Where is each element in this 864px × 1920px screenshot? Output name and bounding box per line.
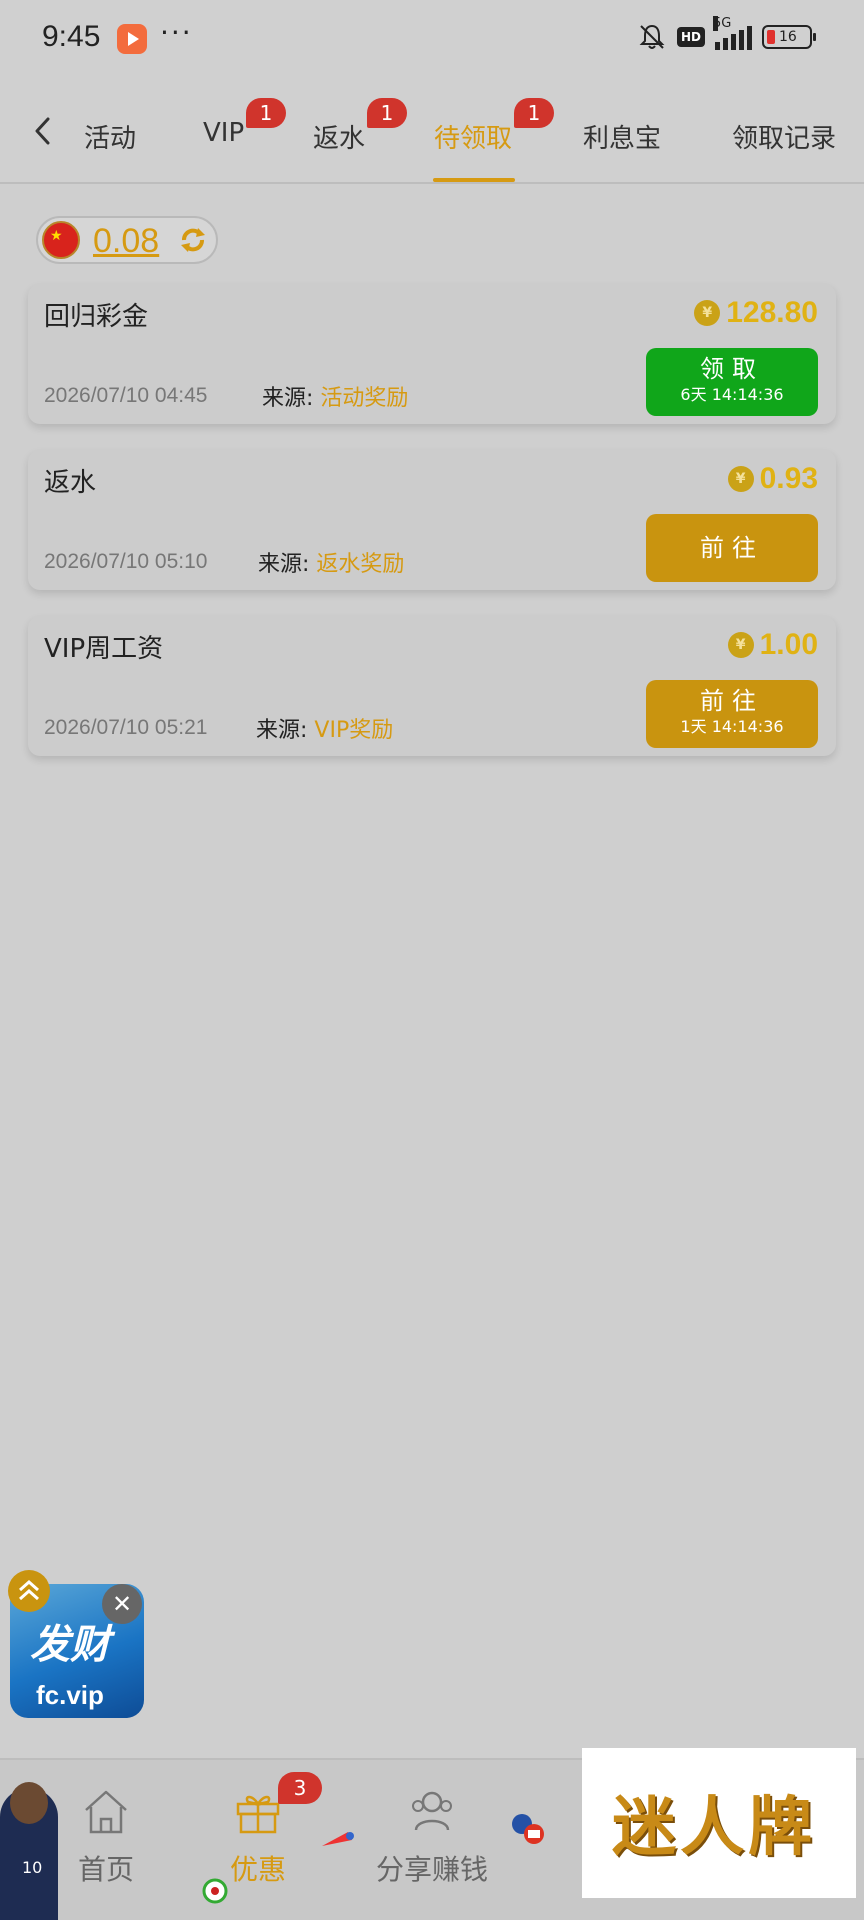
reward-amount: ¥ 0.93 — [727, 462, 818, 496]
goto-button[interactable]: 前往 — [646, 514, 818, 582]
reward-title: 返水 — [44, 468, 97, 498]
floating-ad[interactable]: 发财 fc.vip ✕ — [8, 1570, 144, 1718]
signal-icon: 5G — [713, 16, 752, 50]
source-value: VIP奖励 — [314, 718, 394, 743]
tab-pending[interactable]: 待领取 — [434, 118, 512, 155]
player-mascot-image: 10 — [0, 1782, 58, 1920]
goto-button[interactable]: 前往 1天 14:14:36 — [646, 680, 818, 748]
refresh-icon[interactable] — [176, 223, 210, 257]
reward-amount: ¥ 1.00 — [727, 628, 818, 662]
reward-amount-value: 0.93 — [759, 462, 818, 495]
reward-amount: ¥ 128.80 — [694, 296, 818, 330]
goto-button-timer: 1天 14:14:36 — [680, 717, 784, 736]
source-label: 来源: — [262, 386, 314, 411]
scroll-up-icon[interactable] — [8, 1570, 50, 1612]
player-number: 10 — [22, 1858, 43, 1877]
ad-logo: 发财 — [30, 1622, 110, 1668]
reward-card: 回归彩金 ¥ 128.80 2026/07/10 04:45 来源: 活动奖励 … — [28, 284, 836, 424]
nav-share[interactable]: 分享赚钱 — [372, 1786, 492, 1888]
more-notifications-icon: ··· — [160, 16, 193, 49]
reward-source: 来源: 活动奖励 — [262, 380, 408, 412]
flags-icon — [512, 1814, 544, 1844]
battery-icon: 16 — [762, 25, 816, 49]
bell-muted-icon — [639, 24, 665, 49]
claim-button-label: 领取 — [700, 355, 764, 383]
nav-share-label: 分享赚钱 — [375, 1853, 488, 1886]
tab-vip[interactable]: VIP — [203, 118, 244, 148]
tab-activity[interactable]: 活动 — [84, 118, 136, 155]
reward-card: 返水 ¥ 0.93 2026/07/10 05:10 来源: 返水奖励 前往 — [28, 450, 836, 590]
reward-source: 来源: 返水奖励 — [258, 546, 404, 578]
status-indicators: HD 5G 16 — [637, 16, 816, 52]
hd-badge: HD — [676, 27, 705, 47]
reward-title: 回归彩金 — [44, 302, 149, 332]
watermark-sticker: 迷人牌 — [582, 1748, 856, 1898]
reward-amount-value: 1.00 — [759, 628, 818, 661]
reward-date: 2026/07/10 05:10 — [44, 550, 208, 573]
tab-vip-badge: 1 — [246, 98, 286, 128]
back-arrow-icon[interactable] — [28, 116, 58, 146]
share-people-icon — [412, 1791, 452, 1831]
balance-value: 0.08 — [93, 222, 160, 260]
reward-source: 来源: VIP奖励 — [256, 712, 393, 744]
home-icon — [85, 1790, 127, 1834]
tab-pending-badge: 1 — [514, 98, 554, 128]
reward-date: 2026/07/10 05:21 — [44, 716, 208, 739]
ad-close-icon[interactable]: ✕ — [102, 1584, 142, 1624]
tab-claim-history[interactable]: 领取记录 — [732, 118, 836, 155]
reward-card: VIP周工资 ¥ 1.00 2026/07/10 05:21 来源: VIP奖励… — [28, 616, 836, 756]
china-flag-icon — [42, 221, 80, 259]
coin-icon: ¥ — [727, 466, 754, 492]
source-value: 活动奖励 — [320, 386, 409, 411]
claim-button-timer: 6天 14:14:36 — [680, 385, 784, 404]
soccer-ball-icon — [202, 1878, 228, 1904]
goto-button-label: 前往 — [700, 534, 764, 562]
active-tab-indicator — [433, 178, 515, 182]
gift-icon — [236, 1795, 280, 1834]
nav-promo-badge: 3 — [278, 1772, 322, 1804]
claim-button[interactable]: 领取 6天 14:14:36 — [646, 348, 818, 416]
source-label: 来源: — [256, 718, 308, 743]
reward-amount-value: 128.80 — [726, 296, 818, 329]
video-app-icon — [117, 24, 147, 54]
reward-date: 2026/07/10 04:45 — [44, 384, 208, 407]
vuvuzela-icon — [322, 1832, 354, 1846]
coin-icon: ¥ — [694, 300, 721, 326]
reward-title: VIP周工资 — [44, 634, 164, 664]
nav-home[interactable]: 首页 — [56, 1786, 156, 1888]
coin-icon: ¥ — [727, 632, 754, 658]
watermark-text: 迷人牌 — [612, 1790, 816, 1865]
battery-level: 16 — [779, 29, 797, 45]
status-bar: 9:45 ··· HD 5G 16 — [0, 0, 864, 78]
nav-home-label: 首页 — [77, 1853, 134, 1886]
balance-pill: 0.08 — [36, 216, 218, 264]
goto-button-label: 前往 — [700, 687, 764, 715]
ad-domain: fc.vip — [36, 1680, 104, 1710]
player-head — [10, 1782, 48, 1824]
source-value: 返水奖励 — [316, 552, 405, 577]
network-label: 5G — [713, 16, 732, 31]
tab-rebate-badge: 1 — [367, 98, 407, 128]
tab-interest[interactable]: 利息宝 — [583, 118, 661, 155]
tab-rebate[interactable]: 返水 — [313, 118, 365, 155]
tab-bar: 活动 VIP 1 返水 1 待领取 1 利息宝 领取记录 — [0, 78, 864, 184]
source-label: 来源: — [258, 552, 310, 577]
battery-fill — [767, 30, 775, 44]
status-time: 9:45 — [42, 20, 101, 53]
